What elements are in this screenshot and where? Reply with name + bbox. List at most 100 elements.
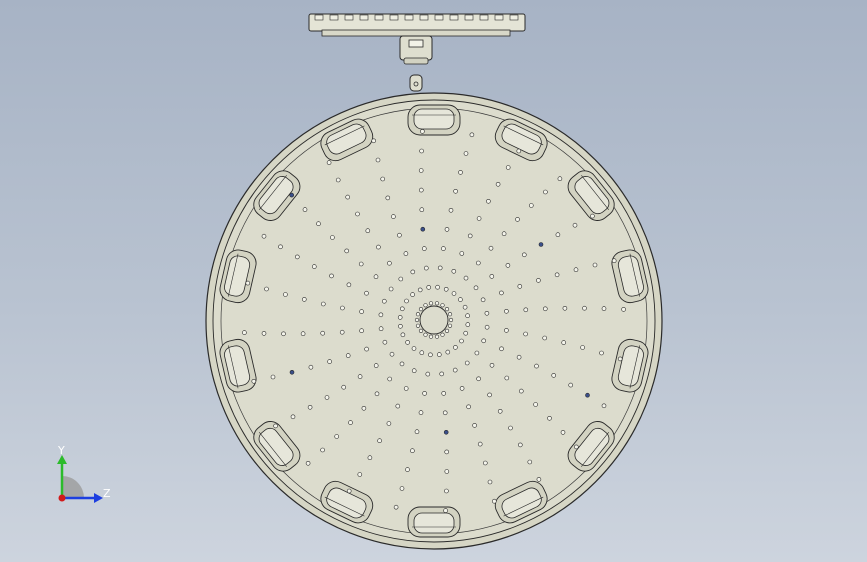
perforation-hole (590, 213, 595, 219)
perforation-hole (536, 477, 542, 482)
perforation-hole (411, 346, 417, 351)
perforation-hole (346, 488, 352, 494)
perforation-hole (516, 148, 522, 154)
hub-hole (415, 323, 421, 328)
perforation-hole (543, 189, 548, 195)
z-axis-label: Z (103, 487, 111, 500)
perforation-hole (357, 374, 363, 379)
perforation-hole (423, 265, 429, 271)
hub-hole (440, 332, 445, 337)
connector-neck (399, 35, 433, 61)
perforation-hole (376, 244, 381, 250)
perforation-hole (480, 297, 486, 303)
perforation-hole (523, 331, 528, 337)
perforation-hole (499, 290, 504, 296)
perforation-hole (378, 326, 384, 332)
hub-hole (448, 317, 454, 323)
perforation-hole (462, 304, 468, 310)
plate-rib (359, 14, 369, 21)
perforation-hole (443, 429, 449, 435)
perforation-hole (495, 182, 501, 187)
perforation-hole (580, 345, 585, 350)
perforation-hole (476, 376, 481, 382)
perforation-hole (245, 280, 251, 286)
orientation-triad: Y Z (57, 444, 111, 503)
perforation-hole (397, 315, 403, 320)
circular-plate[interactable] (205, 92, 663, 550)
perforation-hole (515, 217, 520, 222)
plate-rib (314, 14, 324, 21)
perforation-hole (329, 273, 334, 279)
connector-neck-base (403, 57, 429, 65)
perforation-hole (417, 287, 423, 293)
perforation-hole (467, 233, 473, 239)
rim-pocket (407, 104, 461, 136)
perforation-hole (387, 376, 393, 382)
perforation-hole (301, 297, 307, 302)
hub-hole (428, 334, 434, 339)
plate-rib (479, 14, 489, 21)
perforation-hole (300, 331, 306, 337)
hub-hole (428, 301, 434, 306)
rim-pocket (407, 506, 461, 538)
perforation-hole (388, 286, 394, 292)
perforation-hole (536, 278, 541, 283)
perforation-hole (308, 364, 314, 370)
perforation-hole (488, 245, 494, 251)
perforation-hole (381, 298, 387, 304)
perforation-hole (374, 391, 380, 397)
perforation-hole (289, 369, 295, 375)
perforation-hole (555, 232, 561, 237)
perforation-hole (418, 187, 424, 193)
perforation-hole (373, 363, 379, 368)
perforation-hole (442, 410, 448, 416)
perforation-hole (504, 328, 509, 333)
plate-rib (374, 14, 384, 21)
perforation-hole (405, 340, 410, 345)
perforation-hole (444, 449, 450, 455)
perforation-hole (364, 290, 369, 296)
perforation-hole (451, 291, 457, 296)
hub-hole (447, 323, 453, 328)
perforation-hole (489, 362, 495, 368)
perforation-hole (599, 350, 604, 356)
perforation-hole (568, 382, 574, 388)
perforation-hole (458, 170, 463, 175)
perforation-hole (487, 392, 492, 398)
perforation-hole (400, 332, 406, 338)
perforation-hole (601, 403, 607, 409)
perforation-hole (504, 308, 509, 314)
perforation-hole (611, 258, 617, 264)
perforation-hole (393, 504, 399, 510)
hub-hole (434, 301, 440, 306)
perforation-hole (418, 168, 424, 173)
hub-hole (444, 307, 450, 312)
perforation-hole (386, 421, 392, 426)
perforation-hole (335, 177, 341, 183)
perforation-hole (436, 352, 442, 357)
perforation-hole (398, 323, 403, 329)
perforation-hole (302, 207, 308, 212)
perforation-hole (439, 371, 445, 377)
triad-quadrant (62, 476, 84, 498)
perforation-hole (344, 248, 350, 254)
perforation-hole (443, 286, 449, 292)
perforation-hole (453, 345, 458, 350)
perforation-hole (281, 331, 286, 337)
perforation-hole (399, 486, 405, 491)
perforation-hole (441, 391, 447, 396)
perforation-hole (346, 282, 352, 288)
perforation-hole (411, 368, 417, 374)
perforation-hole (528, 203, 534, 208)
perforation-hole (428, 352, 433, 358)
cad-viewport[interactable]: Y Z (0, 0, 867, 562)
perforation-hole (330, 235, 335, 240)
perforation-hole (562, 305, 568, 311)
perforation-hole (601, 306, 607, 311)
perforation-hole (414, 429, 420, 435)
perforation-hole (542, 335, 548, 341)
perforation-hole (435, 284, 440, 290)
perforation-hole (403, 386, 409, 391)
perforation-hole (443, 508, 448, 513)
top-connector[interactable] (308, 13, 526, 92)
